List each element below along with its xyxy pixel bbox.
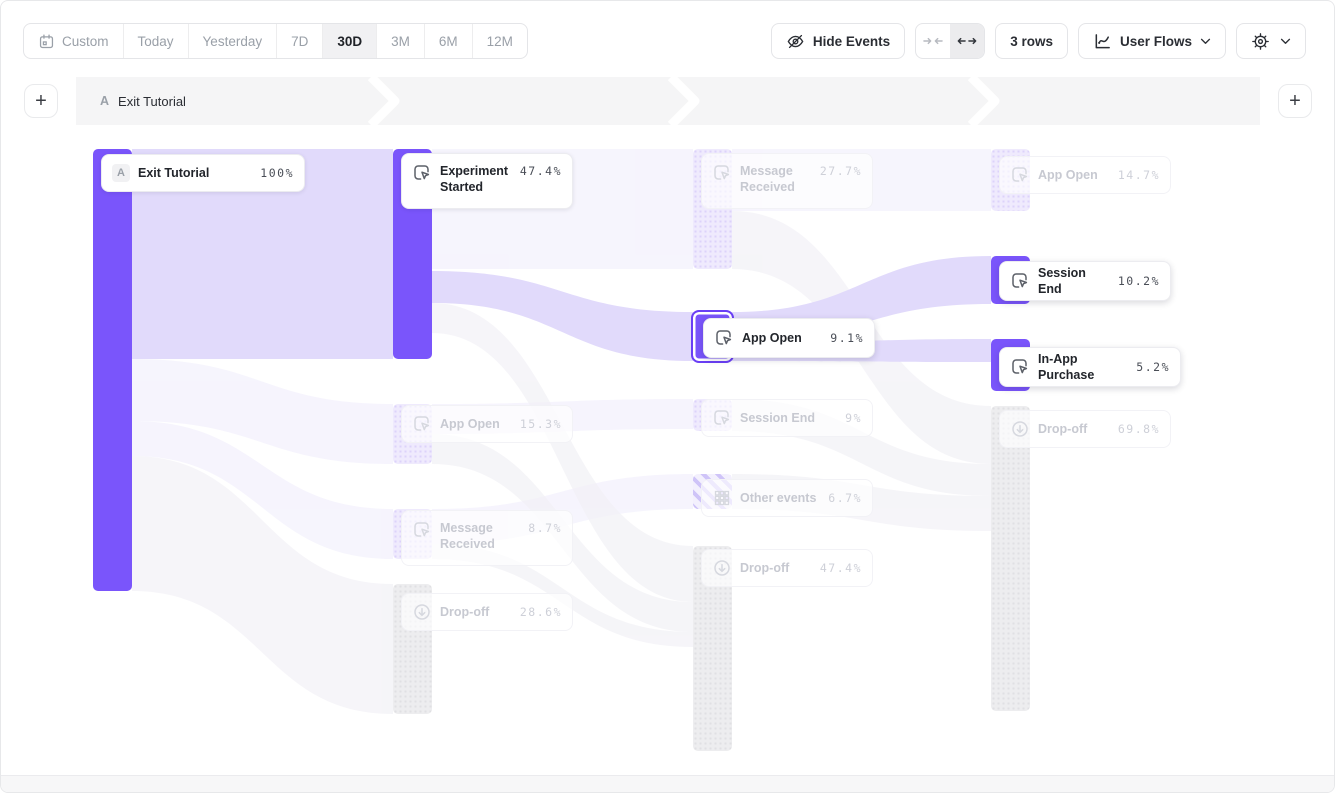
drop-off-icon xyxy=(1010,419,1030,439)
node-percent: 27.7% xyxy=(820,164,862,178)
node-label: Drop-off xyxy=(440,604,489,620)
node-percent: 5.2% xyxy=(1136,360,1170,374)
event-icon xyxy=(1010,271,1030,291)
node-bar-drop-off-4[interactable] xyxy=(991,406,1030,711)
node-card-message-received-3[interactable]: Message Received 27.7% xyxy=(701,153,873,209)
node-card-message-received-2[interactable]: Message Received 8.7% xyxy=(401,510,573,566)
node-percent: 47.4% xyxy=(820,561,862,575)
event-icon xyxy=(412,414,432,434)
node-bar-exit-tutorial[interactable] xyxy=(93,149,132,591)
event-icon xyxy=(412,520,432,540)
node-percent: 9% xyxy=(845,411,862,425)
event-icon xyxy=(714,328,734,348)
node-card-app-open-4[interactable]: App Open 14.7% xyxy=(999,156,1171,194)
horizontal-scrollbar-track[interactable] xyxy=(1,775,1334,792)
node-percent: 69.8% xyxy=(1118,422,1160,436)
node-label: Other events xyxy=(740,490,816,506)
sankey-links-layer xyxy=(1,1,1335,793)
node-label: App Open xyxy=(440,416,500,432)
node-label: App Open xyxy=(1038,167,1098,183)
node-percent: 9.1% xyxy=(830,331,864,345)
node-label: App Open xyxy=(742,330,802,346)
node-card-drop-off-4[interactable]: Drop-off 69.8% xyxy=(999,410,1171,448)
node-percent: 28.6% xyxy=(520,605,562,619)
node-label: Drop-off xyxy=(740,560,789,576)
event-icon xyxy=(712,408,732,428)
node-card-app-open-3-selected[interactable]: App Open 9.1% xyxy=(703,318,875,358)
node-label: In-App Purchase xyxy=(1038,351,1128,384)
node-card-drop-off-3[interactable]: Drop-off 47.4% xyxy=(701,549,873,587)
node-percent: 47.4% xyxy=(520,164,562,178)
node-card-exit-tutorial[interactable]: A Exit Tutorial 100% xyxy=(101,154,305,192)
node-label: Experiment Started xyxy=(440,163,512,196)
node-percent: 10.2% xyxy=(1118,274,1160,288)
event-icon xyxy=(712,163,732,183)
event-icon xyxy=(1010,357,1030,377)
event-icon xyxy=(1010,165,1030,185)
node-label: Message Received xyxy=(740,163,812,196)
node-percent: 15.3% xyxy=(520,417,562,431)
node-card-experiment-started[interactable]: Experiment Started 47.4% xyxy=(401,153,573,209)
node-percent: 8.7% xyxy=(528,521,562,535)
step-a-badge: A xyxy=(112,164,130,182)
node-card-app-open-2[interactable]: App Open 15.3% xyxy=(401,405,573,443)
drop-off-icon xyxy=(712,558,732,578)
node-label: Drop-off xyxy=(1038,421,1087,437)
node-card-other-events-3[interactable]: Other events 6.7% xyxy=(701,479,873,517)
node-card-in-app-purchase-4[interactable]: In-App Purchase 5.2% xyxy=(999,347,1181,387)
node-label: Session End xyxy=(1038,265,1110,298)
node-card-session-end-4[interactable]: Session End 10.2% xyxy=(999,261,1171,301)
event-icon xyxy=(412,163,432,183)
node-label: Message Received xyxy=(440,520,516,553)
node-percent: 100% xyxy=(260,166,294,180)
node-card-drop-off-2[interactable]: Drop-off 28.6% xyxy=(401,593,573,631)
drop-off-icon xyxy=(412,602,432,622)
node-label: Session End xyxy=(740,410,815,426)
node-label: Exit Tutorial xyxy=(138,165,209,181)
grid-icon xyxy=(712,488,732,508)
user-flows-panel: Custom Today Yesterday 7D 30D 3M 6M 12M … xyxy=(0,0,1335,793)
node-card-session-end-3[interactable]: Session End 9% xyxy=(701,399,873,437)
node-percent: 14.7% xyxy=(1118,168,1160,182)
node-percent: 6.7% xyxy=(828,491,862,505)
